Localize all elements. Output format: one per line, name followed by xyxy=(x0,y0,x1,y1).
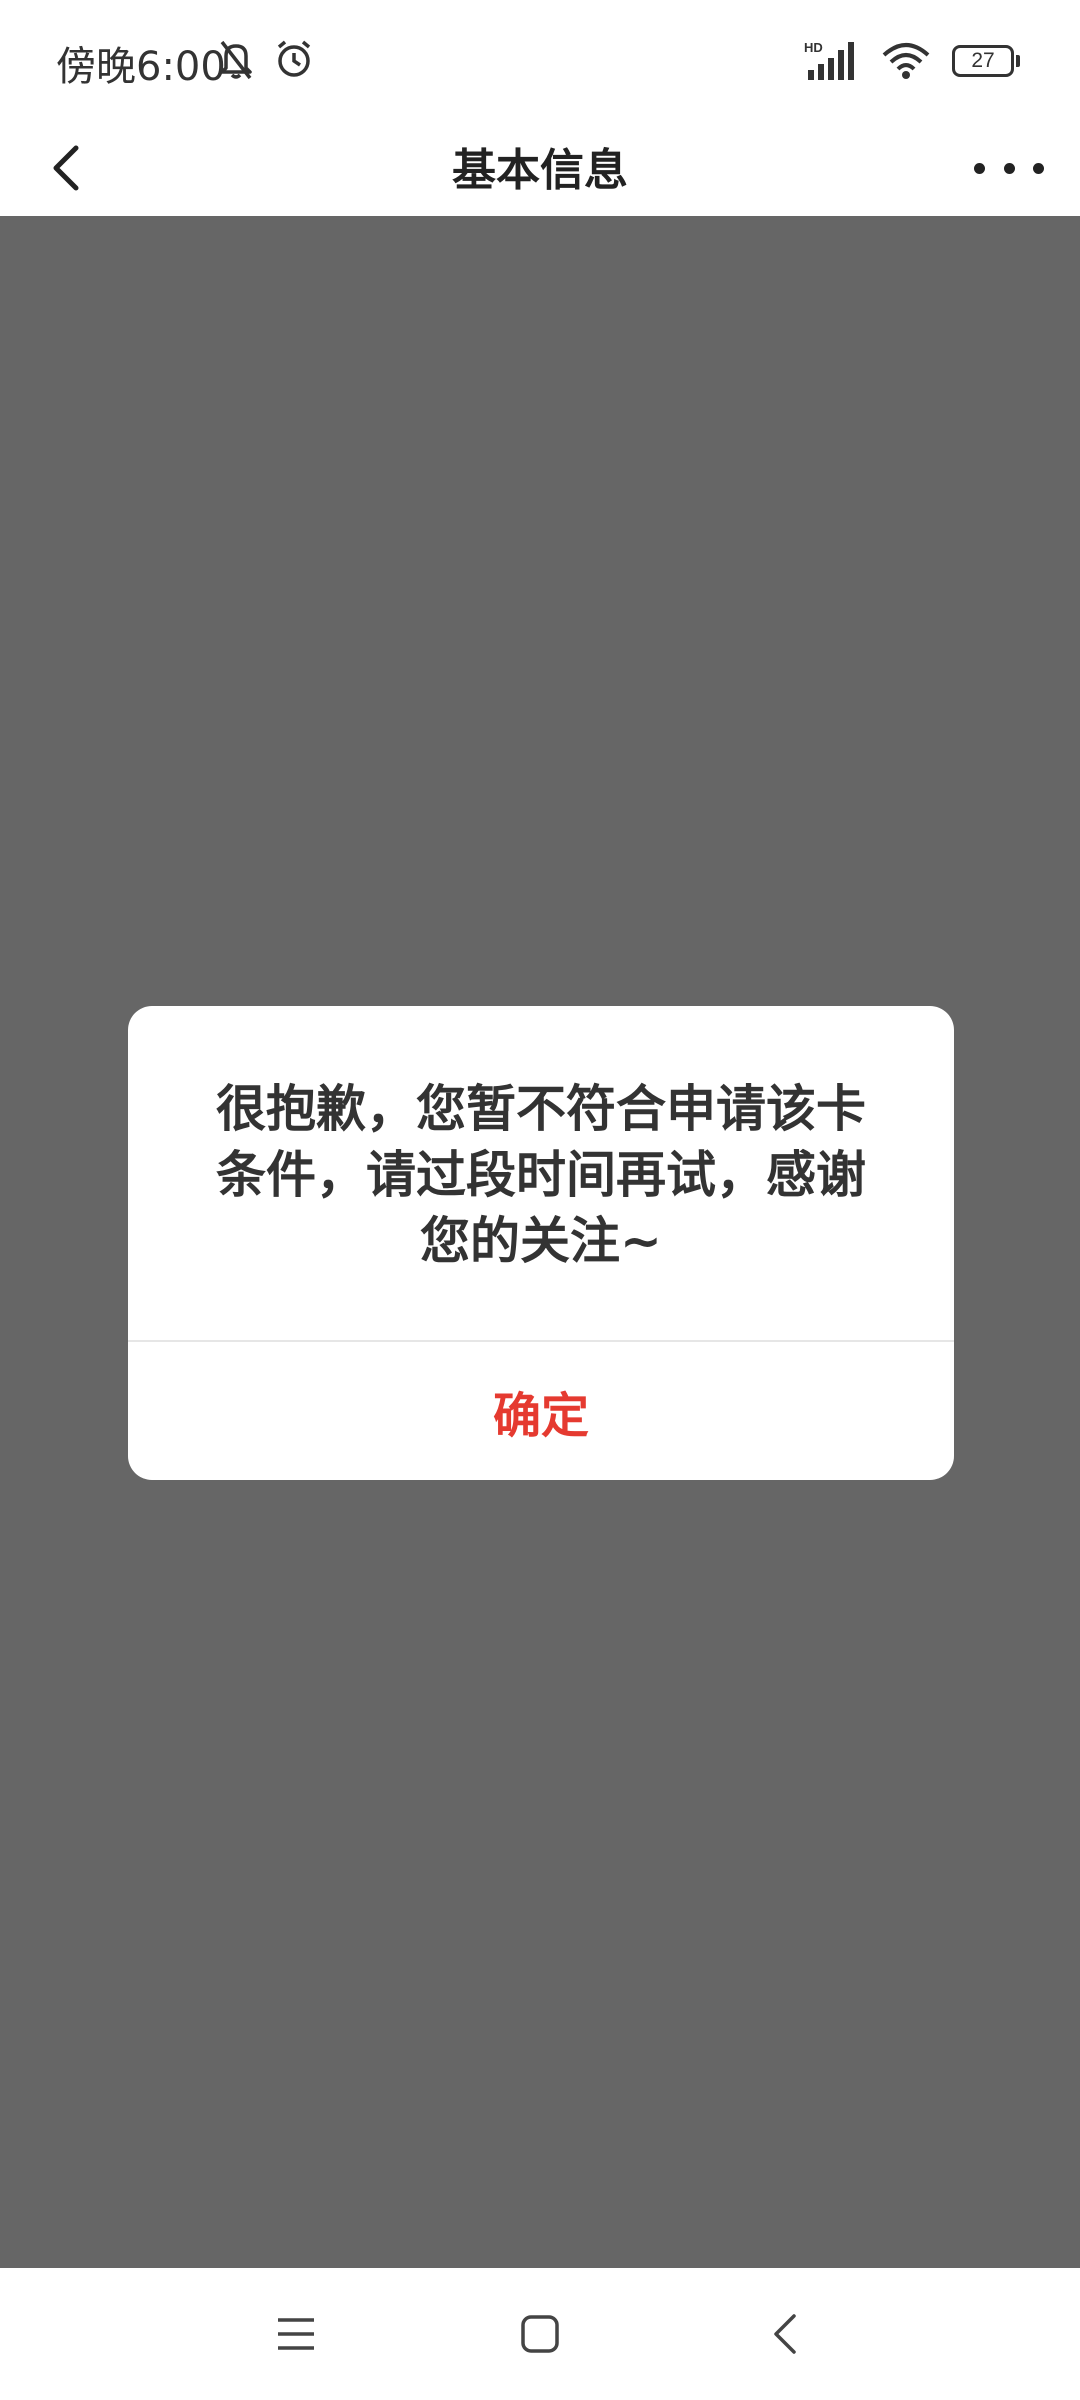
status-bar: 傍晚6:00 HD 27 xyxy=(0,0,1080,120)
system-back-button[interactable] xyxy=(770,2312,800,2356)
network-label: HD xyxy=(804,40,823,55)
status-left-icons xyxy=(216,38,314,80)
back-icon xyxy=(774,2314,796,2354)
alert-dialog: 很抱歉，您暂不符合申请该卡条件，请过段时间再试，感谢您的关注~ 确定 xyxy=(128,1006,954,1480)
more-horizontal-icon xyxy=(974,162,985,174)
system-nav-bar xyxy=(0,2268,1080,2400)
mute-bell-icon xyxy=(220,40,252,80)
home-icon xyxy=(521,2315,559,2353)
home-button[interactable] xyxy=(520,2312,560,2356)
screen: 傍晚6:00 HD 27 基本信息 很抱歉，您暂不符合申请该卡条件，请过段时间再… xyxy=(0,0,1080,2400)
confirm-button[interactable]: 确定 xyxy=(128,1342,954,1480)
nav-bar: 基本信息 xyxy=(0,120,1080,216)
recent-apps-button[interactable] xyxy=(276,2314,316,2354)
status-right-icons: HD 27 xyxy=(804,40,1020,82)
battery-level: 27 xyxy=(952,45,1014,77)
menu-icon xyxy=(278,2318,314,2350)
battery-icon: 27 xyxy=(952,45,1020,77)
dialog-message: 很抱歉，您暂不符合申请该卡条件，请过段时间再试，感谢您的关注~ xyxy=(216,1080,866,1270)
alarm-icon xyxy=(277,40,311,77)
more-button[interactable] xyxy=(974,148,1044,188)
wifi-icon xyxy=(882,43,930,79)
signal-icon: HD xyxy=(804,40,854,80)
status-time: 傍晚6:00 xyxy=(56,44,226,90)
page-title: 基本信息 xyxy=(452,145,628,196)
